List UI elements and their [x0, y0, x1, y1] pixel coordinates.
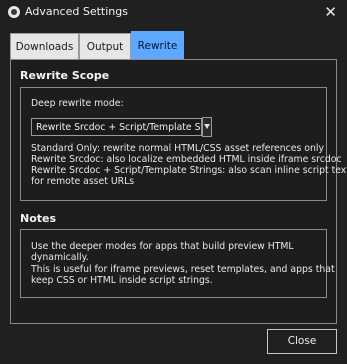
description-line: for remote asset URLs: [31, 176, 135, 187]
tab-downloads[interactable]: Downloads: [10, 33, 79, 59]
notes-line: dynamically.: [31, 252, 89, 263]
window-title: Advanced Settings: [25, 5, 128, 18]
notes-line: keep CSS or HTML inside script strings.: [31, 275, 213, 286]
deep-rewrite-mode-label: Deep rewrite mode:: [31, 98, 124, 109]
description-line: Rewrite Srcdoc: also localize embedded H…: [31, 154, 342, 165]
tab-output[interactable]: Output: [79, 33, 131, 59]
title-bar: Advanced Settings ✕: [0, 0, 347, 26]
notes-line: This is useful for iframe previews, rese…: [31, 264, 335, 275]
notes-line: Use the deeper modes for apps that build…: [31, 241, 294, 252]
notes-heading: Notes: [20, 212, 57, 225]
close-button[interactable]: Close: [267, 329, 337, 354]
description-line: Rewrite Srcdoc + Script/Template Strings…: [31, 165, 347, 176]
window-close-icon[interactable]: ✕: [324, 2, 337, 22]
app-icon: [8, 6, 20, 18]
deep-rewrite-mode-select[interactable]: Rewrite Srcdoc + Script/Template Strings: [31, 118, 202, 136]
tab-rewrite[interactable]: Rewrite: [131, 31, 184, 60]
description-line: Standard Only: rewrite normal HTML/CSS a…: [31, 143, 324, 154]
dropdown-arrow-icon[interactable]: [202, 117, 212, 137]
rewrite-scope-heading: Rewrite Scope: [20, 69, 110, 82]
deep-rewrite-mode-value: Rewrite Srcdoc + Script/Template Strings: [36, 122, 201, 133]
